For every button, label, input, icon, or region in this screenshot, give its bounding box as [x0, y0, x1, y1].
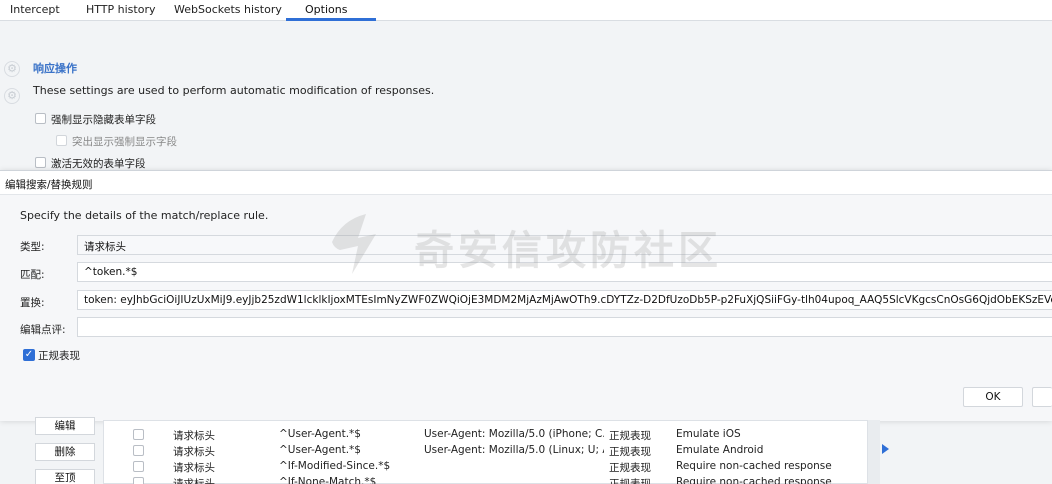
tab-options[interactable]: Options — [305, 3, 347, 16]
gear-icon: ⚙ — [4, 88, 20, 104]
ok-button[interactable]: OK — [963, 387, 1023, 407]
tab-bar: Intercept HTTP history WebSockets histor… — [0, 0, 1052, 21]
table-row[interactable]: 请求标头 ^User-Agent.*$ User-Agent: Mozilla/… — [104, 443, 869, 458]
tab-http-history[interactable]: HTTP history — [86, 3, 155, 16]
rule-comment: Require non-cached response — [676, 460, 832, 472]
checkbox-label: 突出显示强制显示字段 — [72, 136, 177, 148]
rule-type: 请求标头 — [173, 462, 215, 474]
rule-comment: Emulate iOS — [676, 428, 741, 440]
table-row[interactable]: 请求标头 ^User-Agent.*$ User-Agent: Mozilla/… — [104, 427, 869, 442]
dialog-title: 编辑搜索/替换规则 — [5, 179, 93, 191]
move-top-button[interactable]: 至顶 — [35, 469, 95, 484]
dialog-description: Specify the details of the match/replace… — [20, 209, 269, 222]
rule-type: 请求标头 — [173, 478, 215, 484]
match-replace-table: 请求标头 ^User-Agent.*$ User-Agent: Mozilla/… — [103, 420, 868, 484]
table-row[interactable]: 请求标头 ^If-Modified-Since.*$ 正规表现 Require … — [104, 459, 869, 474]
comment-input[interactable] — [77, 317, 1052, 337]
table-scrollbar[interactable] — [868, 420, 880, 484]
checkbox-label: 强制显示隐藏表单字段 — [51, 114, 156, 126]
enable-disabled-fields-checkbox[interactable] — [35, 157, 46, 168]
cancel-button[interactable] — [1032, 387, 1052, 407]
highlight-forced-fields-checkbox[interactable] — [56, 135, 67, 146]
rule-regex: 正规表现 — [609, 446, 651, 458]
type-label: 类型: — [20, 241, 45, 253]
delete-button[interactable]: 删除 — [35, 443, 95, 461]
edit-button[interactable]: 编辑 — [35, 417, 95, 435]
rule-regex: 正规表现 — [609, 462, 651, 474]
tab-intercept[interactable]: Intercept — [10, 3, 60, 16]
section-title: 响应操作 — [33, 62, 77, 75]
replace-label: 置换: — [20, 297, 45, 309]
rule-type: 请求标头 — [173, 446, 215, 458]
comment-label: 编辑点评: — [20, 324, 66, 336]
regex-checkbox[interactable]: ✓ — [23, 349, 35, 361]
tab-websockets-history[interactable]: WebSockets history — [174, 3, 282, 16]
rule-enabled-checkbox[interactable] — [133, 429, 144, 440]
rule-match: ^If-None-Match.*$ — [279, 476, 377, 484]
gear-icon: ⚙ — [4, 61, 20, 77]
rule-match: ^If-Modified-Since.*$ — [279, 460, 391, 472]
replace-input[interactable]: token: eyJhbGciOiJIUzUxMiJ9.eyJjb25zdW1l… — [77, 290, 1052, 310]
match-input[interactable]: ^token.*$ — [77, 262, 1052, 282]
rule-comment: Require non-cached response — [676, 476, 832, 484]
rule-match: ^User-Agent.*$ — [279, 428, 361, 440]
dialog-titlebar[interactable]: 编辑搜索/替换规则 — [0, 171, 1052, 195]
match-label: 匹配: — [20, 269, 45, 281]
rule-enabled-checkbox[interactable] — [133, 461, 144, 472]
checkbox-label: 激活无效的表单字段 — [51, 158, 146, 170]
dialog-body: Specify the details of the match/replace… — [0, 195, 1052, 421]
regex-label: 正规表现 — [38, 350, 80, 362]
table-row[interactable]: 请求标头 ^If-None-Match.*$ 正规表现 Require non-… — [104, 475, 869, 484]
arrow-right-icon[interactable] — [882, 444, 889, 454]
section-description: These settings are used to perform autom… — [33, 84, 435, 97]
type-select[interactable]: 请求标头 — [77, 235, 1052, 255]
edit-match-replace-dialog: 编辑搜索/替换规则 Specify the details of the mat… — [0, 170, 1052, 421]
rule-regex: 正规表现 — [609, 430, 651, 442]
rule-enabled-checkbox[interactable] — [133, 477, 144, 484]
rule-enabled-checkbox[interactable] — [133, 445, 144, 456]
rule-regex: 正规表现 — [609, 478, 651, 484]
rule-comment: Emulate Android — [676, 444, 764, 456]
force-show-hidden-fields-checkbox[interactable] — [35, 113, 46, 124]
rule-match: ^User-Agent.*$ — [279, 444, 361, 456]
rule-replace: User-Agent: Mozilla/5.0 (iPhone; C... — [424, 428, 604, 440]
rule-type: 请求标头 — [173, 430, 215, 442]
rule-replace: User-Agent: Mozilla/5.0 (Linux; U; A... — [424, 444, 604, 456]
